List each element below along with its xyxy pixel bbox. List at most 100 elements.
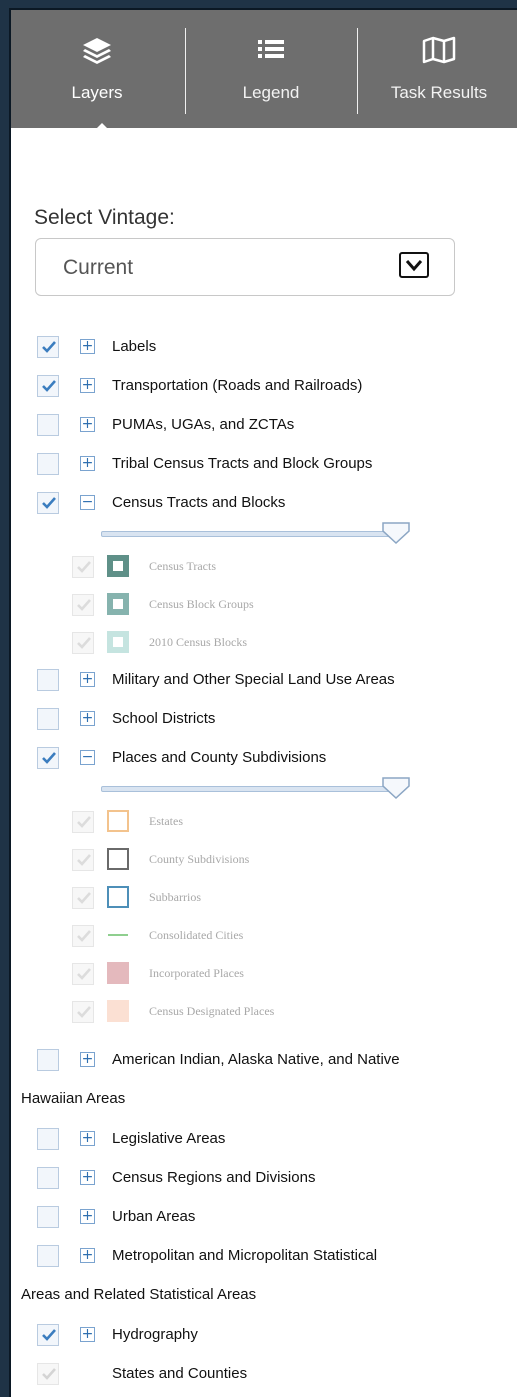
list-icon bbox=[256, 36, 286, 67]
layer-checkbox[interactable] bbox=[37, 669, 59, 691]
sublayer-checkbox bbox=[72, 632, 94, 654]
vintage-selected-value: Current bbox=[63, 256, 134, 279]
layer-row: − Places and County Subdivisions bbox=[11, 746, 517, 772]
tab-legend-label: Legend bbox=[242, 83, 300, 102]
layer-row: + Labels bbox=[11, 335, 517, 361]
tab-divider bbox=[357, 28, 358, 114]
sublayer-row: Consolidated Cities bbox=[11, 924, 517, 950]
expand-toggle[interactable]: + bbox=[80, 1209, 95, 1224]
layer-label: PUMAs, UGAs, and ZCTAs bbox=[112, 416, 295, 433]
layer-checkbox[interactable] bbox=[37, 453, 59, 475]
layer-label: Metropolitan and Micropolitan Statistica… bbox=[112, 1247, 378, 1264]
tab-task-results[interactable]: Task Results bbox=[359, 10, 517, 128]
layer-label: Labels bbox=[112, 338, 157, 355]
layer-checkbox[interactable] bbox=[37, 708, 59, 730]
sublayer-checkbox bbox=[72, 849, 94, 871]
layer-row: + Military and Other Special Land Use Are… bbox=[11, 668, 517, 694]
sublayer-row: County Subdivisions bbox=[11, 848, 517, 874]
layer-checkbox[interactable] bbox=[37, 747, 59, 769]
layer-row: + Transportation (Roads and Railroads) bbox=[11, 374, 517, 400]
sublayer-row: Estates bbox=[11, 810, 517, 836]
sublayer-checkbox bbox=[72, 594, 94, 616]
layer-label-continued: Hawaiian Areas bbox=[21, 1090, 126, 1107]
slider-thumb[interactable] bbox=[381, 776, 411, 805]
layer-label: American Indian, Alaska Native, and Nati… bbox=[112, 1051, 400, 1068]
sublayer-label: 2010 Census Blocks bbox=[149, 635, 248, 649]
sublayer-checkbox bbox=[72, 963, 94, 985]
chevron-down-icon[interactable] bbox=[399, 252, 429, 278]
sublayer-label: County Subdivisions bbox=[149, 852, 250, 866]
expand-toggle[interactable]: + bbox=[80, 417, 95, 432]
layers-icon bbox=[81, 36, 113, 71]
layer-checkbox[interactable] bbox=[37, 1128, 59, 1150]
tab-divider bbox=[185, 28, 186, 114]
layer-row: + Metropolitan and Micropolitan Statistic… bbox=[11, 1244, 517, 1270]
opacity-slider[interactable] bbox=[101, 776, 410, 802]
sublayer-checkbox bbox=[72, 811, 94, 833]
layer-row: + Legislative Areas bbox=[11, 1127, 517, 1153]
layer-label: Census Regions and Divisions bbox=[112, 1169, 316, 1186]
layer-panel: Layers Legend Task Results Select Vintag… bbox=[9, 8, 517, 1397]
sublayer-row: Incorporated Places bbox=[11, 962, 517, 988]
layer-row: + PUMAs, UGAs, and ZCTAs bbox=[11, 413, 517, 439]
sublayer-checkbox bbox=[72, 925, 94, 947]
expand-toggle[interactable]: + bbox=[80, 339, 95, 354]
layer-row: + Tribal Census Tracts and Block Groups bbox=[11, 452, 517, 478]
sublayer-checkbox bbox=[72, 1001, 94, 1023]
legend-swatch bbox=[107, 848, 129, 870]
layer-row: + American Indian, Alaska Native, and Nat… bbox=[11, 1048, 517, 1074]
sublayer-label: Census Designated Places bbox=[149, 1004, 275, 1018]
expand-toggle[interactable]: + bbox=[80, 378, 95, 393]
layer-label: Census Tracts and Blocks bbox=[112, 494, 286, 511]
expand-toggle[interactable]: + bbox=[80, 1248, 95, 1263]
expand-toggle[interactable]: + bbox=[80, 1327, 95, 1342]
opacity-slider[interactable] bbox=[101, 521, 410, 547]
collapse-toggle[interactable]: − bbox=[80, 495, 95, 510]
layer-checkbox[interactable] bbox=[37, 1324, 59, 1346]
layer-checkbox[interactable] bbox=[37, 1206, 59, 1228]
vintage-select[interactable]: Current bbox=[35, 238, 455, 296]
layer-checkbox[interactable] bbox=[37, 375, 59, 397]
expand-toggle[interactable]: + bbox=[80, 1052, 95, 1067]
sublayer-row: Census Designated Places bbox=[11, 1000, 517, 1026]
sublayer-checkbox bbox=[72, 887, 94, 909]
legend-swatch bbox=[107, 631, 129, 653]
sublayer-label: Census Tracts bbox=[149, 559, 217, 573]
sublayer-label: Consolidated Cities bbox=[149, 928, 244, 942]
layer-row: + School Districts bbox=[11, 707, 517, 733]
layer-checkbox[interactable] bbox=[37, 336, 59, 358]
expand-toggle[interactable]: + bbox=[80, 711, 95, 726]
legend-swatch bbox=[107, 886, 129, 908]
tab-layers-label: Layers bbox=[71, 83, 123, 102]
sublayer-label: Incorporated Places bbox=[149, 966, 244, 980]
slider-thumb[interactable] bbox=[381, 521, 411, 550]
layer-label: Military and Other Special Land Use Area… bbox=[112, 671, 395, 688]
tab-task-results-label: Task Results bbox=[390, 83, 488, 102]
layer-row: + Census Regions and Divisions bbox=[11, 1166, 517, 1192]
layer-label: Tribal Census Tracts and Block Groups bbox=[112, 455, 373, 472]
legend-swatch bbox=[107, 1000, 129, 1022]
layer-checkbox[interactable] bbox=[37, 1049, 59, 1071]
sublayer-checkbox bbox=[72, 556, 94, 578]
tab-legend[interactable]: Legend bbox=[187, 10, 355, 128]
layer-label: Hydrography bbox=[112, 1326, 198, 1343]
vintage-label: Select Vintage: bbox=[34, 206, 175, 229]
collapse-toggle[interactable]: − bbox=[80, 750, 95, 765]
expand-toggle[interactable]: + bbox=[80, 1131, 95, 1146]
layer-checkbox[interactable] bbox=[37, 1167, 59, 1189]
legend-swatch bbox=[107, 555, 129, 577]
expand-toggle[interactable]: + bbox=[80, 1170, 95, 1185]
expand-toggle[interactable]: + bbox=[80, 456, 95, 471]
layer-checkbox bbox=[37, 1363, 59, 1385]
layer-label: School Districts bbox=[112, 710, 216, 727]
layer-label: Legislative Areas bbox=[112, 1130, 226, 1147]
layer-checkbox[interactable] bbox=[37, 492, 59, 514]
expand-toggle[interactable]: + bbox=[80, 672, 95, 687]
sublayer-row: 2010 Census Blocks bbox=[11, 631, 517, 657]
layer-checkbox[interactable] bbox=[37, 1245, 59, 1267]
layer-checkbox[interactable] bbox=[37, 414, 59, 436]
sublayer-label: Estates bbox=[149, 814, 183, 828]
tab-layers[interactable]: Layers bbox=[11, 10, 183, 128]
slider-track bbox=[101, 786, 393, 792]
layer-label-continued: Areas and Related Statistical Areas bbox=[21, 1286, 257, 1303]
